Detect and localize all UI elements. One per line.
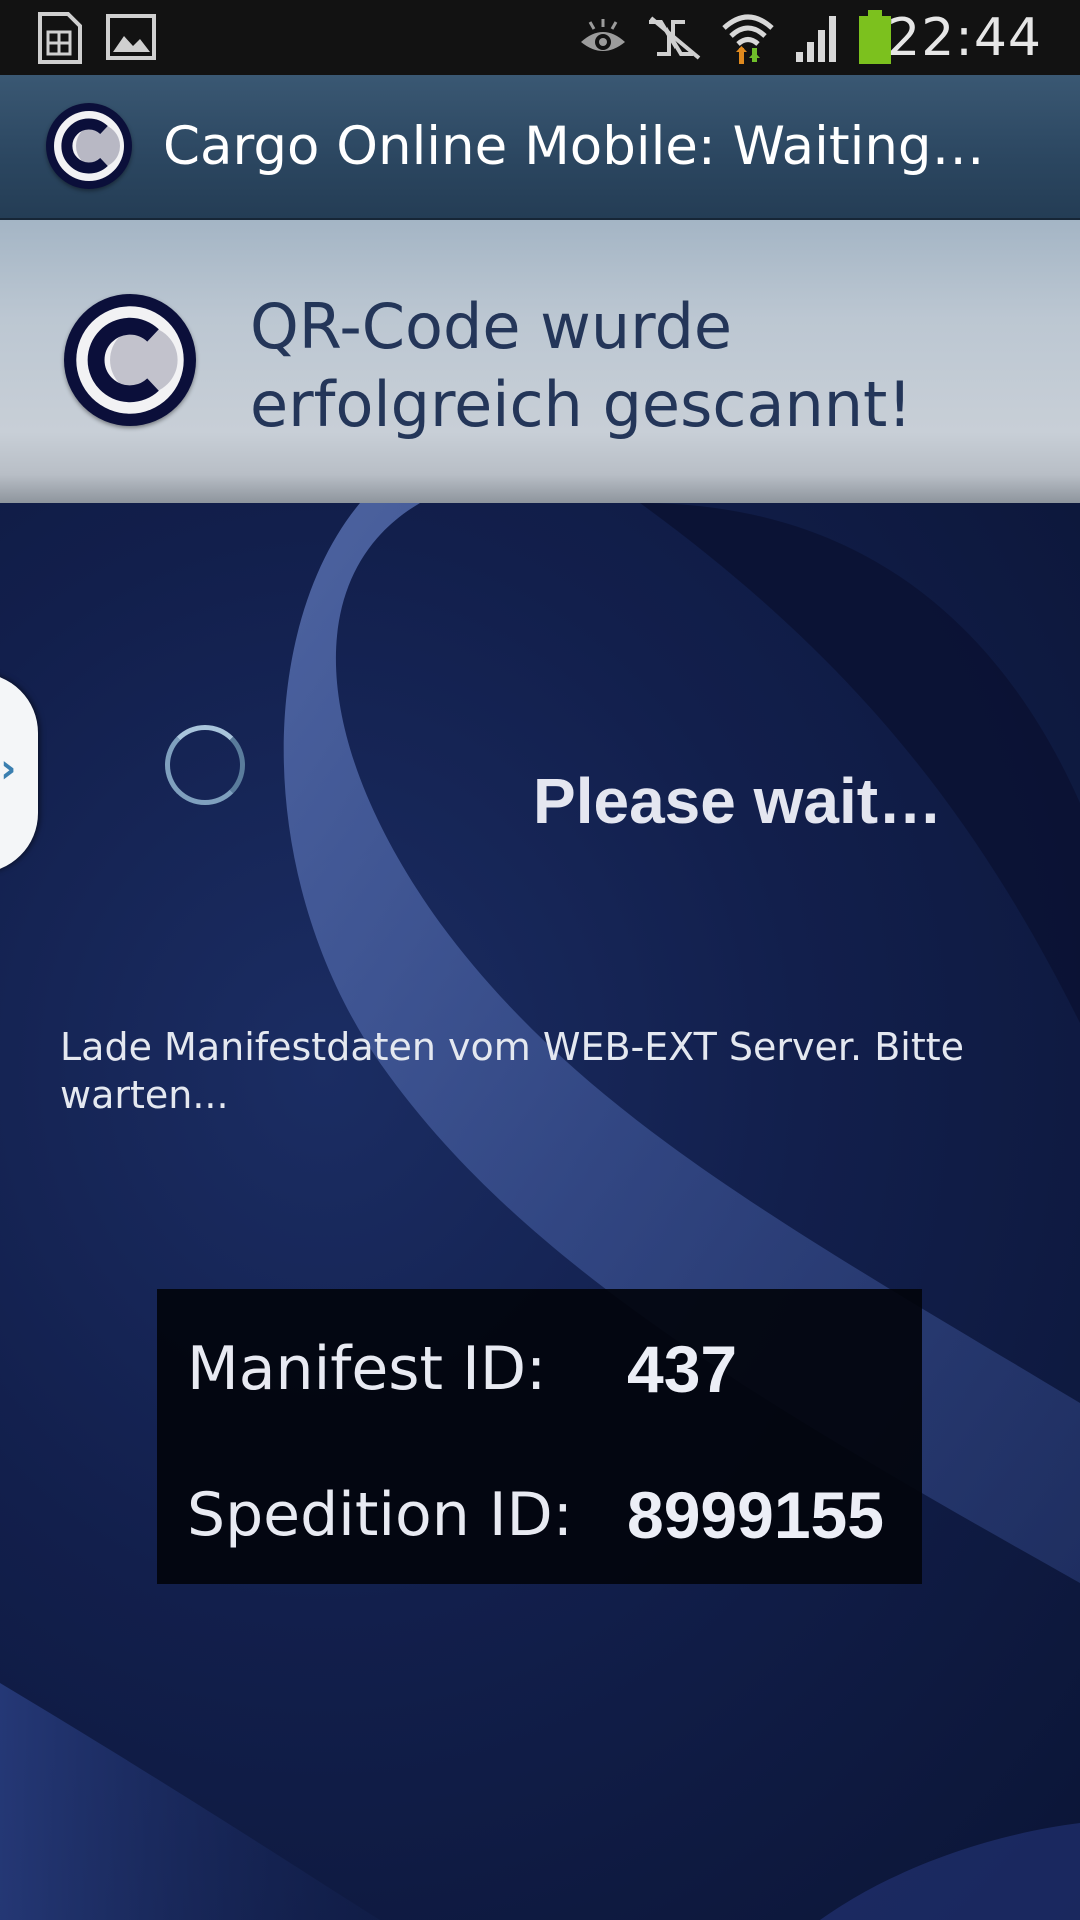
signal-icon xyxy=(796,16,836,62)
spedition-id-value: 8999155 xyxy=(627,1478,884,1552)
chevron-right-icon: › xyxy=(0,746,17,792)
nfc-icon xyxy=(649,16,701,60)
manifest-id-label: Manifest ID: xyxy=(187,1334,547,1404)
eye-icon xyxy=(581,19,625,51)
spedition-id-label: Spedition ID: xyxy=(187,1480,573,1550)
header-banner: QR-Code wurde erfolgreich gescannt! xyxy=(0,220,1080,503)
sim-card-icon xyxy=(38,12,82,64)
app-title: Cargo Online Mobile: Waiting… xyxy=(163,116,985,177)
app-logo-icon[interactable] xyxy=(46,103,132,189)
banner-logo-icon xyxy=(64,294,196,426)
banner-title: QR-Code wurde erfolgreich gescannt! xyxy=(250,288,912,444)
loading-message: Lade Manifestdaten vom WEB-EXT Server. B… xyxy=(60,1025,965,1117)
loading-spinner xyxy=(165,725,245,805)
background-swoosh xyxy=(0,503,1080,1920)
action-bar: Cargo Online Mobile: Waiting… xyxy=(0,75,1080,220)
gallery-icon xyxy=(106,14,156,60)
manifest-id-value: 437 xyxy=(627,1332,738,1406)
main-content: › Please wait… Lade Manifestdaten vom WE… xyxy=(0,503,1080,1920)
please-wait-label: Please wait… xyxy=(533,765,943,837)
banner-title-line-1: QR-Code wurde xyxy=(250,290,733,363)
clock: 22:44 xyxy=(887,8,1042,68)
id-panel: Manifest ID: 437 Spedition ID: 8999155 xyxy=(157,1289,922,1584)
banner-title-line-2: erfolgreich gescannt! xyxy=(250,368,913,441)
wifi-icon xyxy=(722,14,774,64)
status-bar: 22:44 xyxy=(0,0,1080,75)
